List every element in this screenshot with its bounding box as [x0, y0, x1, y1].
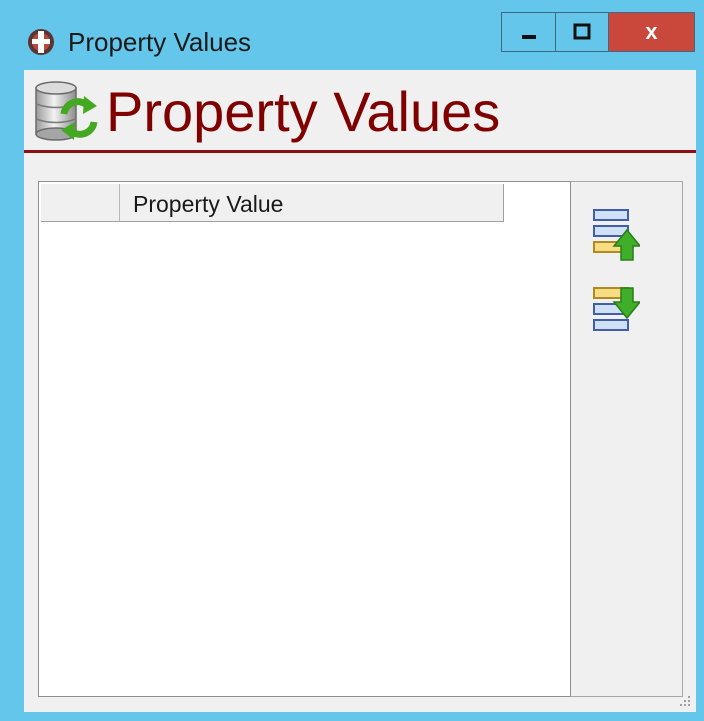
grid-header-row: Property Value	[41, 184, 504, 222]
move-down-button[interactable]	[592, 286, 642, 344]
move-up-button[interactable]	[592, 208, 642, 266]
close-icon: x	[645, 19, 658, 44]
database-refresh-icon	[35, 81, 98, 141]
row-selector-header[interactable]	[41, 184, 120, 221]
maximize-icon	[573, 23, 591, 40]
property-value-grid[interactable]: Property Value	[38, 181, 571, 697]
header-divider	[24, 150, 696, 153]
property-values-window: Property Values x Property Values Proper…	[0, 0, 704, 721]
header: Property Values	[24, 70, 696, 150]
page-title: Property Values	[106, 80, 501, 143]
move-up-icon	[593, 209, 642, 261]
column-header-property-value[interactable]: Property Value	[133, 191, 283, 217]
minimize-icon	[521, 35, 536, 39]
window-title: Property Values	[68, 27, 252, 57]
title-bar[interactable]: Property Values x	[0, 0, 704, 70]
minimize-button[interactable]	[501, 12, 555, 52]
resize-grip-icon[interactable]	[678, 694, 692, 708]
close-button[interactable]: x	[609, 12, 695, 52]
client-area: Property Values Property Value	[24, 70, 696, 712]
reorder-toolbar	[570, 181, 683, 697]
move-down-icon	[593, 287, 642, 331]
maximize-button[interactable]	[555, 12, 609, 52]
app-icon[interactable]	[27, 28, 55, 56]
